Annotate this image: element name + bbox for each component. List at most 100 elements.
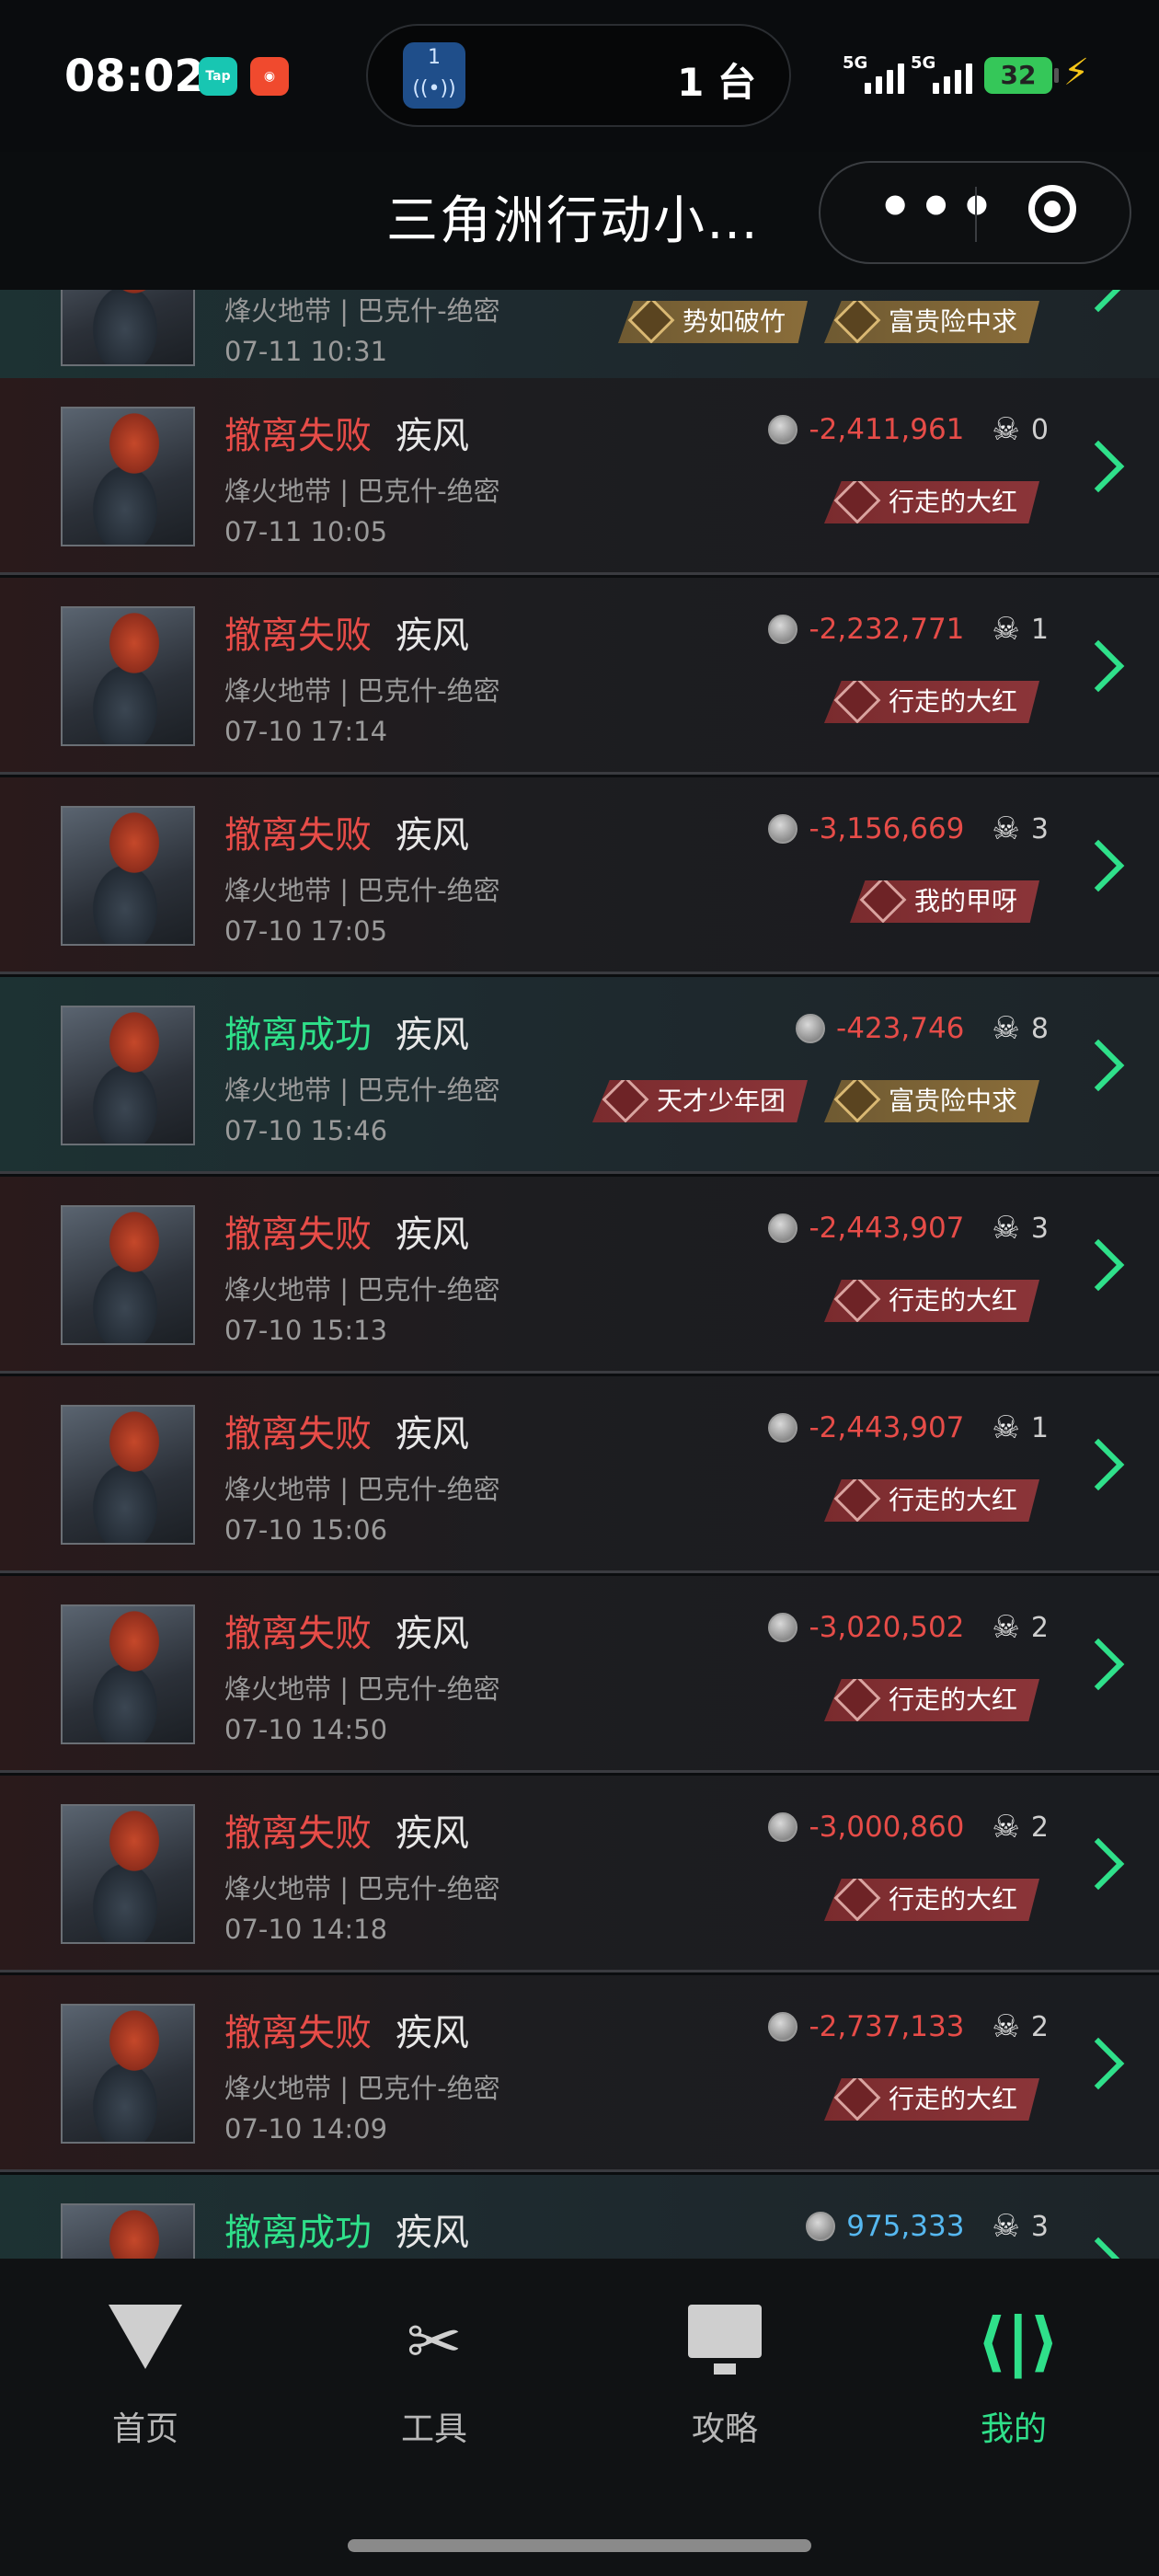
nav-item-tools[interactable]: ✂ 工具 bbox=[342, 2305, 526, 2450]
kill-count: 2 bbox=[1030, 1811, 1049, 1844]
home-indicator bbox=[348, 2539, 811, 2552]
achievement-badge: 行走的大红 bbox=[823, 1280, 1039, 1322]
record-map: 烽火地带 | 巴克什-绝密 bbox=[224, 1075, 500, 1106]
value-row: -423,746 ☠ 8 bbox=[796, 1010, 1049, 1047]
record-card[interactable]: 撤离成功 疾风 975,333 ☠ 3 bbox=[0, 2175, 1159, 2259]
record-card[interactable]: 撤离失败 疾风 烽火地带 | 巴克什-绝密 07-10 14:09 -2,737,133… bbox=[0, 1975, 1159, 2172]
skull-icon: ☠ bbox=[992, 2208, 1020, 2245]
operator-avatar bbox=[61, 1405, 195, 1545]
net-value: -2,443,907 bbox=[809, 1212, 965, 1245]
chevron-right-icon[interactable] bbox=[1072, 1438, 1125, 1491]
operator-avatar bbox=[61, 1205, 195, 1345]
chevron-right-icon[interactable] bbox=[1072, 1837, 1125, 1891]
value-row: 975,333 ☠ 3 bbox=[806, 2208, 1049, 2245]
record-map: 烽火地带 | 巴克什-绝密 bbox=[224, 1474, 500, 1505]
badge-icon bbox=[859, 880, 907, 923]
record-time: 07-10 14:18 bbox=[224, 1914, 388, 1945]
record-map: 烽火地带 | 巴克什-绝密 bbox=[224, 675, 500, 707]
record-time: 07-10 14:09 bbox=[224, 2113, 388, 2145]
record-card[interactable]: 撤离失败 疾风 烽火地带 | 巴克什-绝密 07-10 17:14 -2,232,771… bbox=[0, 578, 1159, 775]
operator-name: 疾风 bbox=[396, 1014, 469, 1056]
coin-icon bbox=[796, 1014, 826, 1043]
operator-avatar bbox=[61, 290, 195, 366]
chevron-right-icon[interactable] bbox=[1072, 639, 1125, 693]
dynamic-island[interactable]: 1 ((•)) 1 台 bbox=[366, 24, 791, 127]
record-card[interactable]: 撤离失败 疾风 烽火地带 | 巴克什-绝密 07-10 14:18 -3,000,860… bbox=[0, 1776, 1159, 1972]
coin-icon bbox=[768, 615, 798, 644]
badge-icon bbox=[833, 1879, 881, 1921]
close-miniprogram-icon[interactable] bbox=[1028, 185, 1076, 233]
operator-avatar bbox=[61, 1604, 195, 1744]
tools-icon: ✂ bbox=[406, 2303, 463, 2380]
achievement-badge: 天才少年团 bbox=[591, 1080, 808, 1122]
kill-count: 0 bbox=[1030, 413, 1049, 446]
badge-icon bbox=[833, 1080, 881, 1122]
net-value: -423,746 bbox=[836, 1012, 965, 1045]
operator-avatar bbox=[61, 407, 195, 546]
value-row: -2,443,907 ☠ 1 bbox=[768, 1409, 1049, 1446]
chevron-right-icon[interactable] bbox=[1072, 1638, 1125, 1691]
operator-name: 疾风 bbox=[396, 814, 469, 857]
chevron-right-icon[interactable] bbox=[1072, 1238, 1125, 1292]
kill-count: 2 bbox=[1030, 1611, 1049, 1644]
kill-count: 3 bbox=[1030, 812, 1049, 845]
match-record-list[interactable]: 烽火地带 | 巴克什-绝密 07-11 10:31 势如破竹 富贵险中求 撤离失… bbox=[0, 290, 1159, 2259]
taptap-icon: Tap bbox=[199, 57, 237, 96]
signal-icon bbox=[865, 61, 904, 94]
record-card[interactable]: 撤离成功 疾风 烽火地带 | 巴克什-绝密 07-10 15:46 -423,746 ☠ 8… bbox=[0, 977, 1159, 1174]
record-card[interactable]: 撤离失败 疾风 烽火地带 | 巴克什-绝密 07-10 15:06 -2,443,907… bbox=[0, 1376, 1159, 1573]
net-value: 975,333 bbox=[846, 2210, 965, 2243]
record-time: 07-10 15:06 bbox=[224, 1514, 388, 1546]
nav-label: 工具 bbox=[400, 2410, 467, 2448]
nav-item-mine[interactable]: ⟨|⟩ 我的 bbox=[922, 2305, 1106, 2450]
value-row: -2,232,771 ☠ 1 bbox=[768, 611, 1049, 648]
record-card[interactable]: 撤离失败 疾风 烽火地带 | 巴克什-绝密 07-10 14:50 -3,020,502… bbox=[0, 1576, 1159, 1773]
record-card[interactable]: 撤离失败 疾风 烽火地带 | 巴克什-绝密 07-11 10:05 -2,411,961… bbox=[0, 378, 1159, 575]
chevron-right-icon[interactable] bbox=[1072, 2237, 1125, 2259]
record-time: 07-10 17:14 bbox=[224, 716, 388, 747]
record-card[interactable]: 撤离失败 疾风 烽火地带 | 巴克什-绝密 07-10 17:05 -3,156,669… bbox=[0, 777, 1159, 974]
achievement-badge: 富贵险中求 bbox=[823, 1080, 1039, 1122]
record-map: 烽火地带 | 巴克什-绝密 bbox=[224, 1673, 500, 1705]
value-row: -2,443,907 ☠ 3 bbox=[768, 1210, 1049, 1247]
chevron-right-icon[interactable] bbox=[1072, 290, 1125, 313]
extraction-status: 撤离失败 bbox=[224, 1613, 372, 1655]
chevron-right-icon[interactable] bbox=[1072, 2037, 1125, 2090]
app-notification-icon: ◉ bbox=[250, 57, 289, 96]
achievement-badge: 行走的大红 bbox=[823, 681, 1039, 723]
record-map: 烽火地带 | 巴克什-绝密 bbox=[224, 1274, 500, 1305]
record-time: 07-11 10:31 bbox=[224, 336, 388, 367]
nav-label: 首页 bbox=[111, 2410, 178, 2448]
nav-item-guide[interactable]: 攻略 bbox=[633, 2305, 817, 2450]
chevron-right-icon[interactable] bbox=[1072, 839, 1125, 892]
badge-icon bbox=[627, 301, 675, 343]
achievement-badges: 行走的大红 bbox=[823, 1280, 1039, 1322]
net-value: -2,411,961 bbox=[809, 413, 965, 446]
value-row: -3,000,860 ☠ 2 bbox=[768, 1809, 1049, 1846]
operator-name: 疾风 bbox=[396, 1812, 469, 1855]
more-icon[interactable]: ••• bbox=[878, 179, 1000, 235]
badge-icon bbox=[833, 1679, 881, 1721]
coin-icon bbox=[768, 415, 798, 444]
kill-count: 2 bbox=[1030, 2010, 1049, 2043]
badge-icon bbox=[833, 481, 881, 523]
achievement-badge: 富贵险中求 bbox=[823, 301, 1039, 343]
operator-avatar bbox=[61, 806, 195, 946]
operator-name: 疾风 bbox=[396, 615, 469, 657]
nav-item-home[interactable]: 首页 bbox=[53, 2305, 237, 2450]
skull-icon: ☠ bbox=[992, 611, 1020, 648]
coin-icon bbox=[768, 1812, 798, 1842]
record-card[interactable]: 撤离失败 疾风 烽火地带 | 巴克什-绝密 07-10 15:13 -2,443,907… bbox=[0, 1177, 1159, 1374]
kill-count: 1 bbox=[1030, 613, 1049, 646]
value-row: -3,156,669 ☠ 3 bbox=[768, 811, 1049, 847]
net-value: -2,737,133 bbox=[809, 2010, 965, 2043]
operator-avatar bbox=[61, 1804, 195, 1944]
record-time: 07-10 17:05 bbox=[224, 915, 388, 947]
operator-avatar bbox=[61, 2004, 195, 2144]
miniprogram-capsule: ••• bbox=[819, 161, 1131, 264]
achievement-badges: 行走的大红 bbox=[823, 2078, 1039, 2121]
operator-name: 疾风 bbox=[396, 415, 469, 457]
chevron-right-icon[interactable] bbox=[1072, 440, 1125, 493]
chevron-right-icon[interactable] bbox=[1072, 1039, 1125, 1092]
extraction-status: 撤离成功 bbox=[224, 1014, 372, 1056]
